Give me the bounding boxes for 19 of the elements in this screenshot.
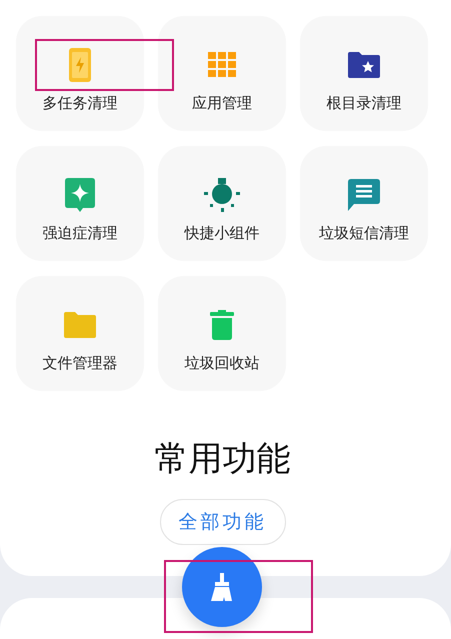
section-title: 常用功能 (154, 439, 290, 479)
brush-icon (211, 573, 233, 601)
grid-icon (208, 52, 236, 78)
feature-tile[interactable]: 快捷小组件 (158, 146, 286, 261)
light-bulb-icon (204, 178, 240, 212)
sparkle-badge-icon (65, 178, 95, 212)
feature-tile[interactable]: 强迫症清理 (16, 146, 144, 261)
feature-tile[interactable]: 多任务清理 (16, 16, 144, 131)
message-icon (348, 179, 380, 211)
feature-tile[interactable]: 垃圾回收站 (158, 276, 286, 391)
feature-tile[interactable]: 应用管理 (158, 16, 286, 131)
feature-tile[interactable]: 垃圾短信清理 (300, 146, 428, 261)
all-features-button[interactable]: 全部功能 (160, 499, 286, 545)
phone-bolt-icon (69, 48, 91, 82)
trash-icon (210, 310, 234, 340)
folder-icon (64, 312, 96, 338)
feature-tile[interactable]: 根目录清理 (300, 16, 428, 131)
feature-tile[interactable]: 文件管理器 (16, 276, 144, 391)
star-folder-icon (348, 52, 380, 78)
